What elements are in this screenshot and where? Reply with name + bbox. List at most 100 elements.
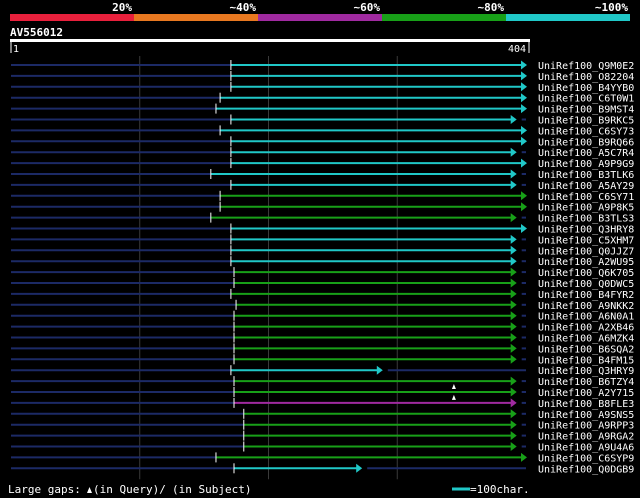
hit-name[interactable]: UniRef100_Q0JJZ7 (538, 246, 634, 257)
hit-name[interactable]: UniRef100_B3TLS3 (538, 214, 634, 225)
large-gaps-label: Large gaps: (8, 483, 81, 496)
hit-row[interactable]: UniRef100_O82204 (11, 70, 634, 83)
hit-name[interactable]: UniRef100_Q3HRY9 (538, 366, 634, 377)
hit-row[interactable]: UniRef100_C6SY71 (11, 190, 634, 203)
gap-in-query-icon (87, 487, 92, 493)
hit-name[interactable]: UniRef100_A5C7R4 (538, 148, 634, 159)
hit-row[interactable]: UniRef100_B9RQ66 (11, 136, 634, 148)
hit-name[interactable]: UniRef100_Q6K705 (538, 268, 634, 279)
hit-arrow-icon (510, 333, 517, 342)
hit-row[interactable]: UniRef100_B4FM15 (11, 354, 634, 366)
hit-name[interactable]: UniRef100_A5AY29 (538, 181, 634, 192)
hit-row[interactable]: UniRef100_A5AY29 (11, 179, 634, 192)
hit-row[interactable]: UniRef100_Q9M0E2 (11, 60, 634, 72)
in-subject-label: (in Subject) (172, 483, 251, 496)
hit-arrow-icon (510, 245, 517, 255)
hit-name[interactable]: UniRef100_A9RGA2 (538, 432, 634, 443)
hit-row[interactable]: UniRef100_Q6K705 (11, 267, 634, 279)
hit-name[interactable]: UniRef100_A9U4A6 (538, 443, 634, 454)
hit-name[interactable]: UniRef100_B4FYR2 (538, 290, 634, 301)
hit-name[interactable]: UniRef100_C6T0W1 (538, 94, 634, 105)
hit-name[interactable]: UniRef100_B6SQA2 (538, 344, 634, 355)
hit-name[interactable]: UniRef100_A9SNS5 (538, 410, 634, 421)
hit-row[interactable]: UniRef100_A6N0A1 (11, 310, 634, 323)
hit-arrow-icon (521, 82, 527, 92)
hit-row[interactable]: UniRef100_B3TLS3 (11, 212, 634, 225)
hit-row[interactable]: UniRef100_A6MZK4 (11, 332, 634, 345)
identity-scale-bar (10, 14, 630, 21)
hit-name[interactable]: UniRef100_C6SYP9 (538, 453, 634, 464)
hit-row[interactable]: UniRef100_B4YYB0 (11, 81, 634, 94)
hit-name[interactable]: UniRef100_C6SY71 (538, 192, 634, 203)
hit-name[interactable]: UniRef100_A6MZK4 (538, 334, 634, 345)
hit-name[interactable]: UniRef100_B4FM15 (538, 355, 634, 366)
blast-overview-graphic: 20% ~40% ~60% ~80% ~100% AV556012 1 404 UniR… (8, 1, 634, 496)
hit-row[interactable]: UniRef100_Q0DGB9 (11, 463, 634, 475)
hit-arrow-icon (510, 376, 517, 386)
hit-name[interactable]: UniRef100_A2XB46 (538, 323, 634, 334)
hit-arrow-icon (510, 322, 517, 332)
hit-name[interactable]: UniRef100_A9P9G9 (538, 159, 634, 170)
hit-arrow-icon (521, 104, 527, 114)
hit-row[interactable]: UniRef100_Q0DWC5 (11, 278, 634, 290)
hit-row[interactable]: UniRef100_Q0JJZ7 (11, 245, 634, 257)
hit-row[interactable]: UniRef100_A5C7R4 (11, 147, 634, 159)
hit-row[interactable]: UniRef100_A9P9G9 (11, 158, 634, 170)
hit-name[interactable]: UniRef100_B4YYB0 (538, 83, 634, 94)
hit-arrow-icon (356, 463, 363, 473)
hit-row[interactable]: UniRef100_A2WU95 (11, 256, 634, 268)
hit-name[interactable]: UniRef100_B3TLK6 (538, 170, 634, 181)
hit-arrow-icon (376, 365, 383, 375)
scale-label: =100char. (470, 483, 530, 496)
hit-name[interactable]: UniRef100_A6N0A1 (538, 312, 634, 323)
hit-row[interactable]: UniRef100_B3TLK6 (11, 169, 634, 181)
hit-row[interactable]: UniRef100_B9MST4 (11, 103, 634, 116)
query-ruler-bar (10, 39, 530, 42)
hit-name[interactable]: UniRef100_B9RKC5 (538, 116, 634, 127)
hit-row[interactable]: UniRef100_A9RGA2 (11, 430, 634, 443)
hit-row[interactable]: UniRef100_C6SYP9 (11, 452, 634, 464)
hit-row[interactable]: UniRef100_B4FYR2 (11, 288, 634, 301)
hit-row[interactable]: UniRef100_C6SY73 (11, 125, 634, 137)
hit-arrow-icon (510, 289, 517, 299)
hit-name[interactable]: UniRef100_Q0DWC5 (538, 279, 634, 290)
hit-row[interactable]: UniRef100_C6T0W1 (11, 92, 634, 105)
hit-row[interactable]: UniRef100_A9P8K5 (11, 201, 634, 214)
hit-name[interactable]: UniRef100_A2Y715 (538, 388, 634, 399)
hit-arrow-icon (510, 234, 517, 244)
hit-row[interactable]: UniRef100_C5XHM7 (11, 234, 634, 246)
hit-row[interactable]: UniRef100_B9RKC5 (11, 114, 634, 127)
hit-name[interactable]: UniRef100_A9RPP3 (538, 421, 634, 432)
in-query-label: (in Query)/ (93, 483, 166, 496)
hit-name[interactable]: UniRef100_A9P8K5 (538, 203, 634, 214)
hit-arrow-icon (510, 409, 517, 419)
hit-row[interactable]: UniRef100_A2XB46 (11, 321, 634, 334)
hit-name[interactable]: UniRef100_A2WU95 (538, 257, 634, 268)
query-name: AV556012 (10, 26, 63, 39)
hit-arrow-icon (521, 202, 527, 212)
hit-row[interactable]: UniRef100_B6TZY4 (11, 376, 634, 388)
hit-row[interactable]: UniRef100_A9RPP3 (11, 419, 634, 432)
hit-row[interactable]: UniRef100_Q3HRY8 (11, 223, 634, 236)
hit-name[interactable]: UniRef100_Q0DGB9 (538, 464, 634, 475)
hit-row[interactable]: UniRef100_B6SQA2 (11, 343, 634, 355)
hit-name[interactable]: UniRef100_Q9M0E2 (538, 61, 634, 72)
hit-row[interactable]: UniRef100_A9U4A6 (11, 441, 634, 454)
hit-name[interactable]: UniRef100_B6TZY4 (538, 377, 634, 388)
hit-name[interactable]: UniRef100_C5XHM7 (538, 235, 634, 246)
scale-label-3: ~60% (354, 1, 381, 14)
hit-name[interactable]: UniRef100_B9RQ66 (538, 137, 634, 148)
scale-segment-3 (258, 14, 382, 21)
hit-name[interactable]: UniRef100_A9NKK2 (538, 301, 634, 312)
hit-name[interactable]: UniRef100_C6SY73 (538, 126, 634, 137)
hit-name[interactable]: UniRef100_O82204 (538, 72, 634, 83)
hit-row[interactable]: UniRef100_A9SNS5 (11, 408, 634, 421)
hit-row[interactable]: UniRef100_Q3HRY9 (11, 365, 634, 377)
hit-name[interactable]: UniRef100_Q3HRY8 (538, 225, 634, 236)
hit-name[interactable]: UniRef100_B9MST4 (538, 105, 634, 116)
hit-arrow-icon (510, 256, 517, 266)
hit-arrow-icon (521, 93, 527, 103)
hit-row[interactable]: UniRef100_A9NKK2 (11, 299, 634, 312)
hit-name[interactable]: UniRef100_B8FLE3 (538, 399, 634, 410)
hit-arrow-icon (510, 431, 517, 441)
